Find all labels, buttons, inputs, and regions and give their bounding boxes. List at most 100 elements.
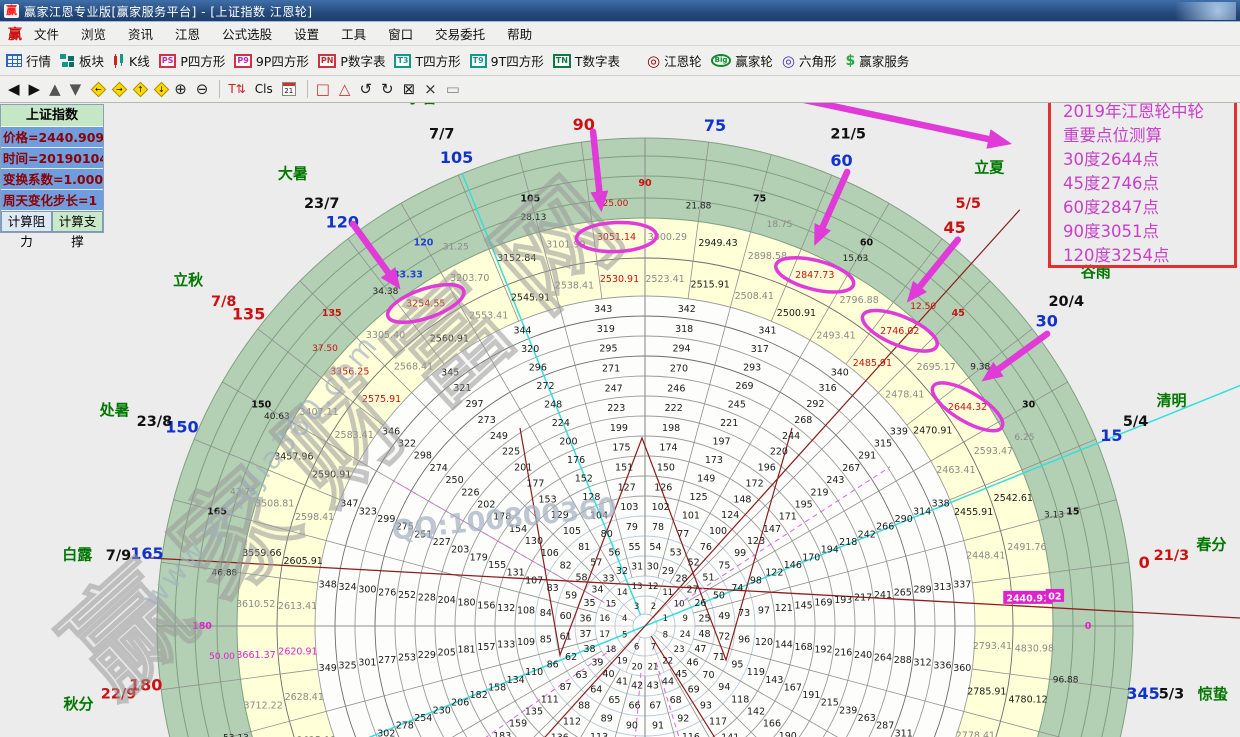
svg-text:133: 133 [497,639,515,650]
svg-text:318: 318 [675,324,693,335]
menu-item[interactable]: 资讯 [128,24,153,43]
time-price-button[interactable]: T⇅ [228,79,245,99]
panel-row: 价格=2440.9099 [1,127,103,148]
svg-text:60: 60 [560,611,572,622]
menu-item[interactable]: 设置 [294,24,319,43]
dollar-icon: $ [846,53,856,69]
svg-text:267: 267 [842,463,860,474]
pyramid-down-button[interactable]: ▼ [70,79,82,99]
svg-text:17: 17 [599,630,610,640]
svg-text:272: 272 [536,381,554,392]
rings-icon: ◎ [782,54,795,68]
toolbar-item-行情[interactable]: 行情 [6,51,51,70]
svg-text:45: 45 [675,669,687,680]
shift-down-button[interactable]: ↓ [154,81,170,97]
svg-text:143: 143 [765,675,783,686]
annotation-box: 2019年江恩轮中轮重要点位测算30度2644点45度2746点60度2847点… [1048,88,1237,268]
svg-text:112: 112 [563,716,581,727]
toolbar-item-label: 六角形 [799,51,837,70]
toolbar-item-T四方形[interactable]: T3T四方形 [394,51,460,70]
toolbar-item-赢家轮[interactable]: Big赢家轮 [711,51,773,70]
shift-up-button[interactable]: ↑ [133,81,149,97]
zoom-in-button[interactable]: ⊕ [174,79,187,99]
svg-text:131: 131 [507,568,525,579]
svg-text:166: 166 [763,719,781,730]
rotate-ccw-button[interactable]: ↺ [359,79,372,99]
svg-text:145: 145 [795,600,813,611]
toolbar-item-T数字表[interactable]: TNT数字表 [553,51,620,70]
calendar-button[interactable]: 21 [282,82,296,96]
marquee-tool-button[interactable]: ⊠ [403,79,416,99]
svg-text:71: 71 [713,652,725,663]
svg-text:45: 45 [952,308,965,319]
menu-item[interactable]: 江恩 [175,24,200,43]
toolbar-item-赢家服务[interactable]: $赢家服务 [846,51,910,70]
svg-text:0: 0 [1139,553,1150,572]
page-right-button[interactable]: ▶ [29,79,41,99]
svg-text:2508.41: 2508.41 [735,291,774,302]
triangle-tool-button[interactable]: △ [339,79,351,99]
toolbar-item-9T四方形[interactable]: T99T四方形 [470,51,544,70]
svg-text:252: 252 [398,590,416,601]
svg-text:5/5: 5/5 [956,196,981,212]
svg-text:134: 134 [507,675,525,686]
svg-text:337: 337 [953,579,971,590]
svg-text:35: 35 [584,598,596,609]
svg-text:34.38: 34.38 [373,287,399,297]
badge-icon: T9 [470,54,487,68]
svg-text:293: 293 [743,363,761,374]
svg-text:144: 144 [775,639,793,650]
svg-text:151: 151 [615,463,633,474]
page-left-button[interactable]: ◀ [8,79,20,99]
svg-text:2593.47: 2593.47 [974,446,1013,457]
rotate-cw-button[interactable]: ↻ [381,79,394,99]
svg-text:43: 43 [647,681,659,692]
svg-text:44: 44 [662,677,674,688]
rect-tool-button[interactable]: □ [316,79,330,99]
shift-right-button[interactable]: → [112,81,128,97]
toolbar-item-9P四方形[interactable]: P99P四方形 [234,51,308,70]
svg-text:183: 183 [493,731,511,737]
toolbar-item-P数字表[interactable]: PNP数字表 [318,51,386,70]
svg-text:274: 274 [430,463,448,474]
svg-text:300: 300 [358,585,376,596]
svg-text:264: 264 [874,653,892,664]
cross-tool-button[interactable]: × [424,79,437,99]
calc-support-button[interactable]: 计算支撑 [52,211,103,232]
toolbar-item-六角形[interactable]: ◎ 六角形 [782,51,837,70]
svg-text:立秋: 立秋 [173,271,204,289]
svg-text:3: 3 [634,602,639,612]
menu-item[interactable]: 文件 [34,24,59,43]
toolbar-item-P四方形[interactable]: PSP四方形 [159,51,226,70]
menu-item[interactable]: 公式选股 [222,24,272,43]
cls-button[interactable]: Cls [255,79,273,99]
svg-text:63: 63 [575,670,587,681]
menu-item[interactable]: 窗口 [388,24,413,43]
svg-text:59: 59 [565,591,577,602]
svg-text:146: 146 [784,560,802,571]
svg-text:179: 179 [470,552,488,563]
zoom-out-button[interactable]: ⊖ [196,79,209,99]
svg-text:大暑: 大暑 [278,164,308,182]
svg-text:78: 78 [652,522,664,533]
svg-text:338: 338 [932,499,950,510]
menu-item[interactable]: 浏览 [81,24,106,43]
svg-text:266: 266 [876,522,894,533]
toolbar-item-江恩轮[interactable]: ◎江恩轮 [647,51,702,70]
calc-resistance-button[interactable]: 计算阻力 [1,211,52,232]
svg-text:99: 99 [734,548,746,559]
svg-text:250: 250 [446,475,464,486]
toolbar-item-板块[interactable]: 板块 [60,51,104,70]
svg-text:158: 158 [488,682,506,693]
big-icon: Big [711,54,732,67]
board-tool-button[interactable]: ▭ [446,79,460,99]
shift-left-button[interactable]: ← [91,81,107,97]
svg-text:68: 68 [670,695,682,706]
svg-text:135: 135 [525,706,543,717]
menu-item[interactable]: 交易委托 [435,24,485,43]
menu-item[interactable]: 工具 [341,24,366,43]
toolbar-item-K线[interactable]: K线 [113,51,150,70]
menu-item[interactable]: 帮助 [507,24,532,43]
svg-text:15: 15 [1066,507,1079,518]
pyramid-up-button[interactable]: ▲ [49,79,61,99]
